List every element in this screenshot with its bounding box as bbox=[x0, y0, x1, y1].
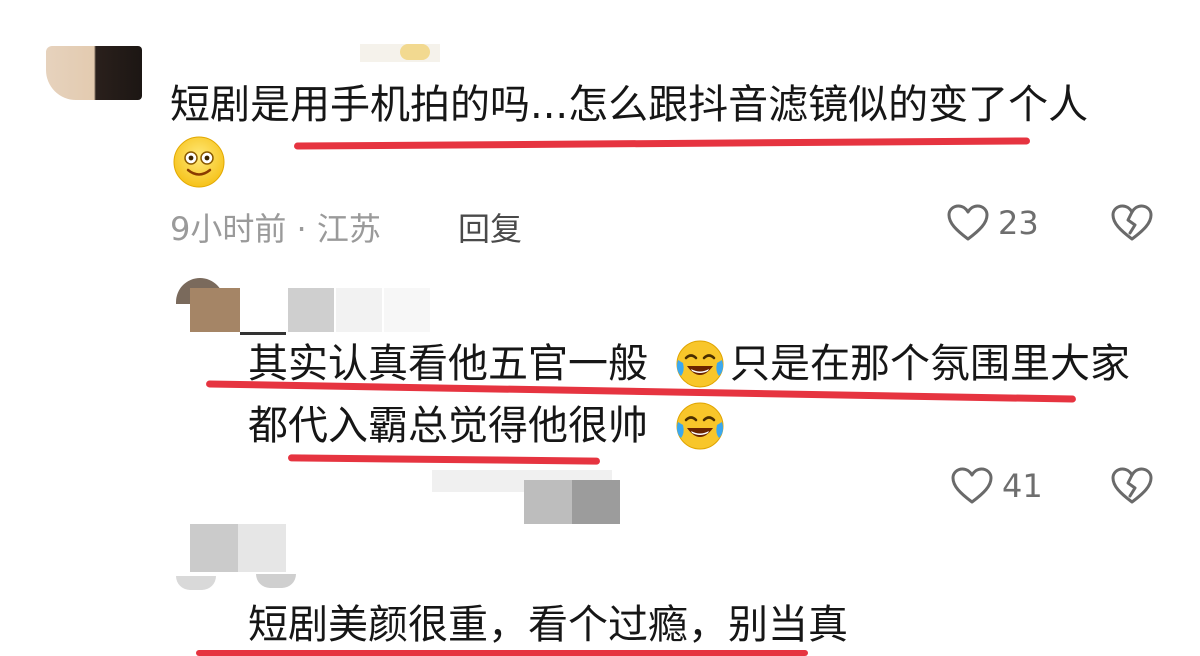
avatar[interactable] bbox=[46, 46, 142, 100]
smile-emoji bbox=[173, 136, 225, 188]
like-count: 41 bbox=[1002, 467, 1043, 505]
comment-text: 其实认真看他五官一般 bbox=[248, 341, 648, 387]
tears-of-joy-emoji bbox=[676, 340, 724, 388]
highlight-underline bbox=[287, 454, 601, 465]
comment-text: 只是在那个氛围里大家 bbox=[730, 341, 1130, 387]
avatar[interactable] bbox=[256, 574, 296, 588]
broken-heart-icon[interactable] bbox=[1110, 203, 1154, 243]
username-blurred bbox=[384, 288, 430, 332]
username-blurred bbox=[288, 288, 334, 332]
avatar[interactable] bbox=[176, 576, 216, 590]
username-blurred bbox=[190, 288, 240, 332]
highlight-underline bbox=[293, 137, 1031, 150]
comment-text-part: 都代入霸总觉得他很帅 bbox=[248, 403, 648, 449]
comment-text: 都代入霸总觉得他很帅 bbox=[248, 403, 648, 449]
username-blurred bbox=[190, 524, 238, 572]
comment-text: 短剧是用手机拍的吗...怎么跟抖音滤镜似的变了个人 bbox=[170, 82, 1089, 128]
username-blurred bbox=[238, 524, 286, 572]
comment-text-part: 只是在那个氛围里大家 bbox=[730, 341, 1130, 387]
tears-of-joy-emoji bbox=[676, 402, 724, 450]
username-blurred bbox=[400, 44, 430, 60]
username-blurred bbox=[336, 288, 382, 332]
meta-blurred bbox=[524, 480, 572, 524]
comment-text: 短剧美颜很重，看个过瘾，别当真 bbox=[248, 602, 848, 648]
highlight-underline bbox=[196, 650, 808, 656]
reply-button[interactable]: 回复 bbox=[458, 204, 522, 250]
heart-outline-icon[interactable] bbox=[950, 466, 994, 506]
heart-outline-icon[interactable] bbox=[946, 203, 990, 243]
meta-blurred bbox=[572, 480, 620, 524]
like-count: 23 bbox=[998, 204, 1039, 242]
broken-heart-icon[interactable] bbox=[1110, 466, 1154, 506]
comment-text-part: 其实认真看他五官一般 bbox=[248, 341, 648, 387]
comment-time-location: 9小时前 · 江苏 bbox=[170, 210, 381, 248]
username-blurred bbox=[240, 288, 286, 335]
